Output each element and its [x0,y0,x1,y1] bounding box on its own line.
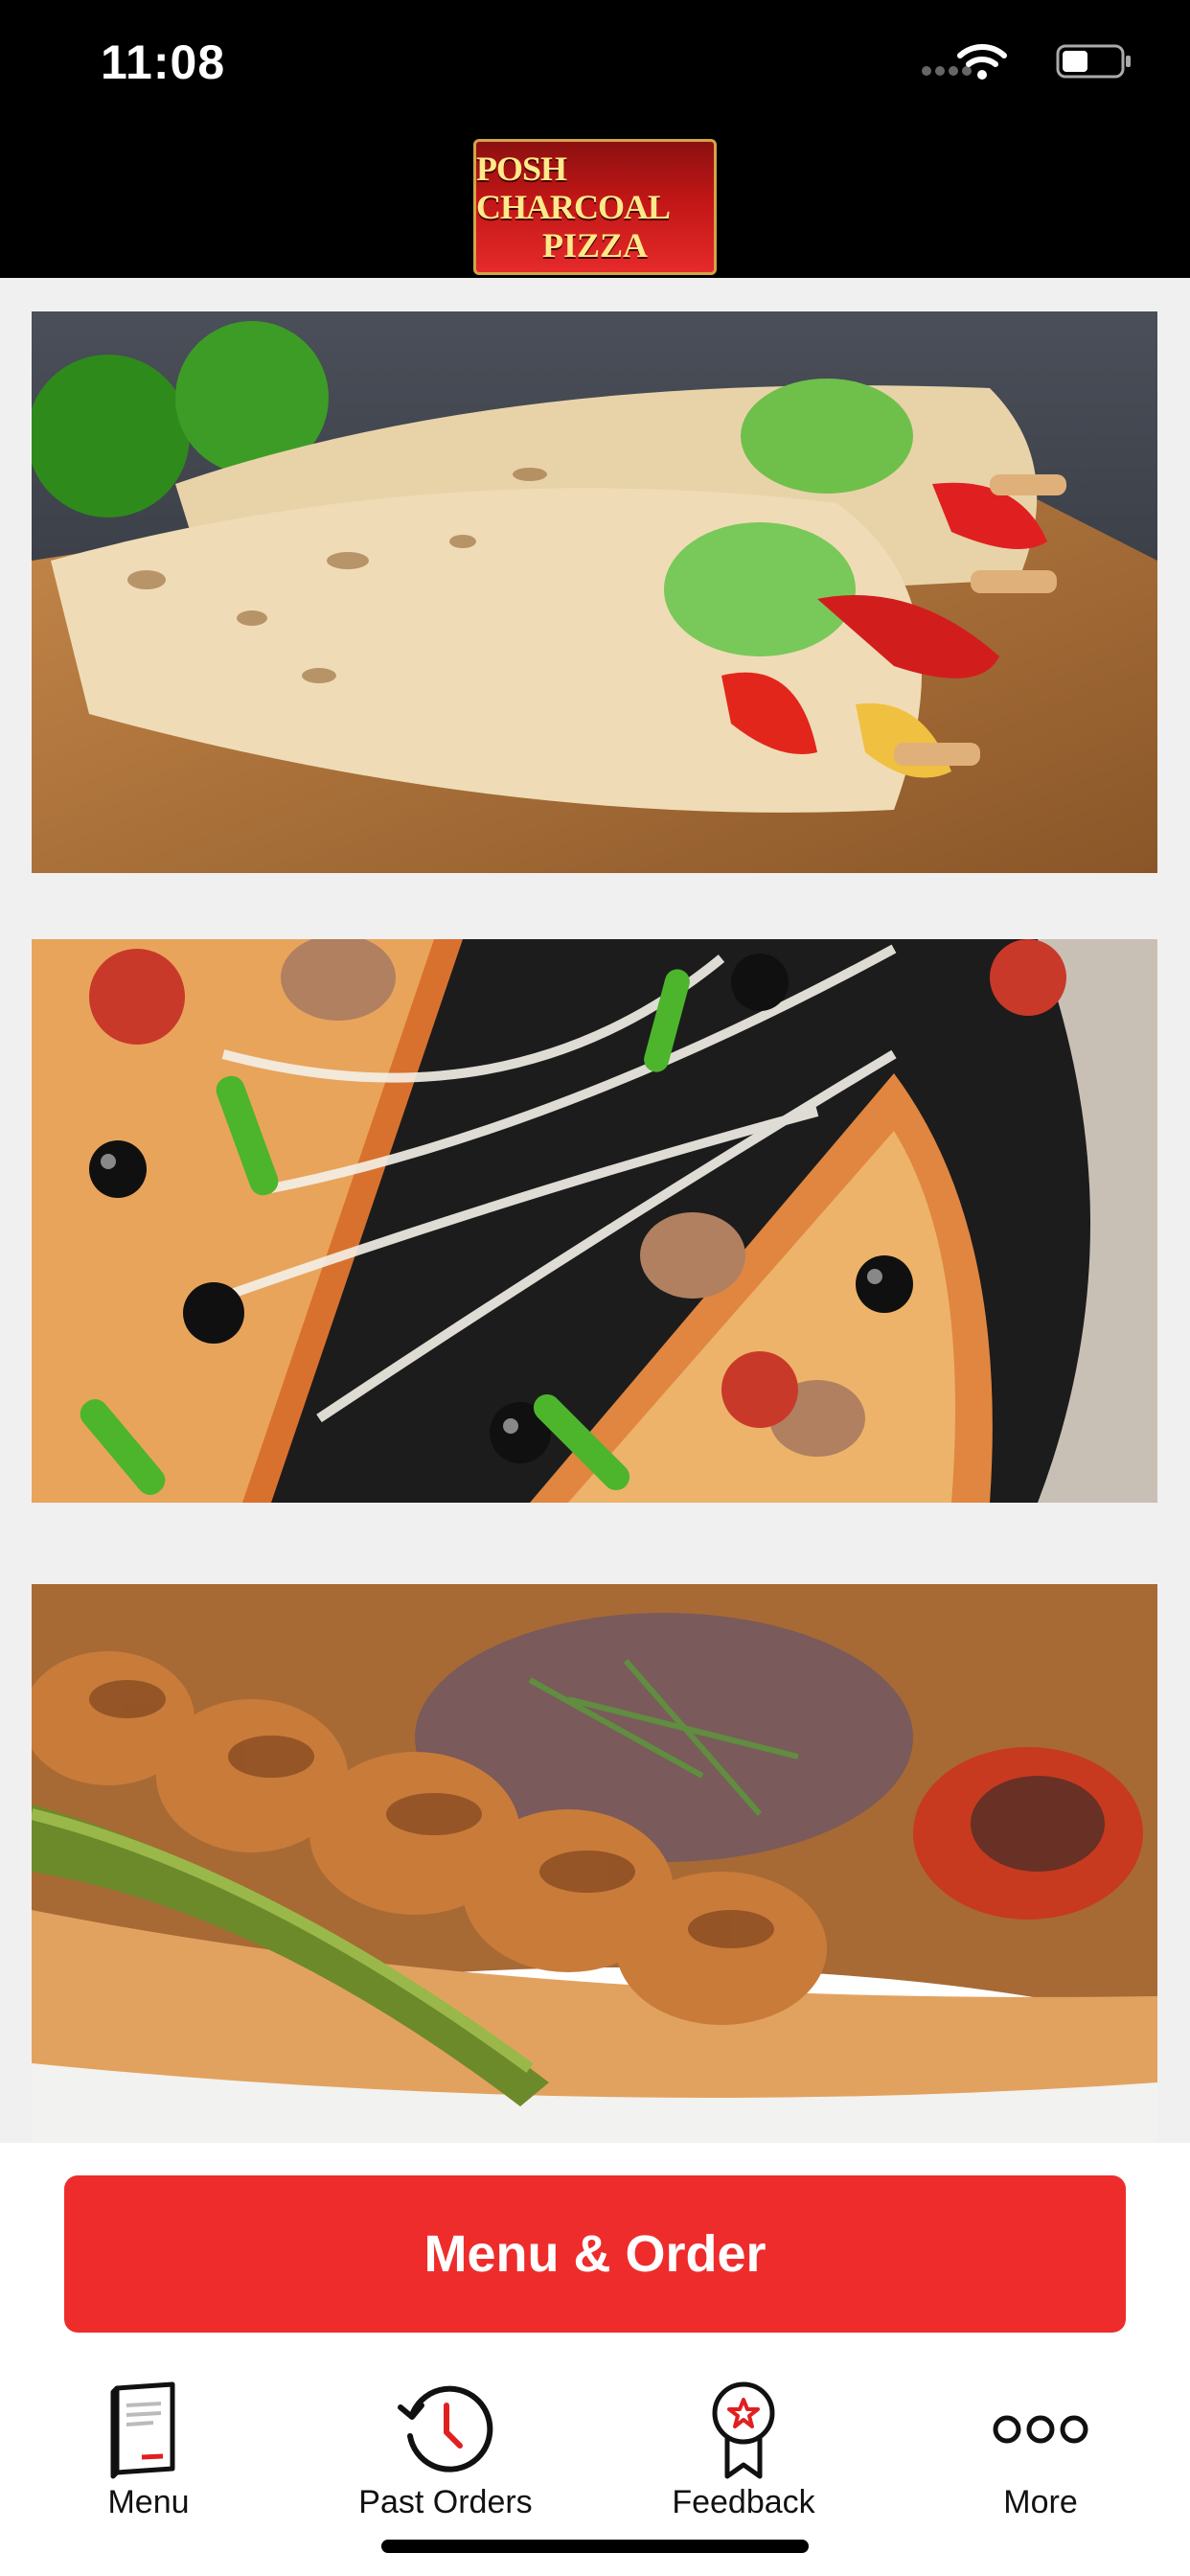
tab-menu[interactable]: Menu [34,2377,263,2530]
wifi-icon [957,44,1007,80]
chicken-wrap-image[interactable] [32,311,1157,873]
tab-menu-label: Menu [107,2484,190,2520]
logo-line1: POSH CHARCOAL [476,150,671,226]
tab-past-orders-label: Past Orders [358,2484,533,2520]
tab-more[interactable]: More [926,2377,1156,2530]
home-indicator[interactable] [381,2540,809,2553]
tab-bar: Menu Past Orders Feedback More [0,2377,1190,2530]
tab-more-label: More [1003,2484,1078,2520]
restaurant-logo: POSH CHARCOAL PIZZA [473,139,717,275]
tab-past-orders[interactable]: Past Orders [331,2377,561,2530]
history-clock-icon [398,2385,493,2472]
award-badge-icon [712,2381,775,2479]
tab-feedback[interactable]: Feedback [629,2377,858,2530]
pizza-image[interactable] [32,939,1157,1503]
header-bar: 11:08 POSH CHARCOAL PIZZA [0,0,1190,278]
chicken-kebab-image[interactable] [32,1584,1157,2142]
status-time: 11:08 [101,35,226,89]
more-dots-icon [993,2415,1088,2444]
logo-line2: PIZZA [541,226,649,264]
tab-feedback-label: Feedback [672,2484,815,2520]
menu-book-icon [110,2381,175,2479]
menu-order-button[interactable]: Menu & Order [64,2175,1126,2333]
battery-icon [1056,44,1131,79]
